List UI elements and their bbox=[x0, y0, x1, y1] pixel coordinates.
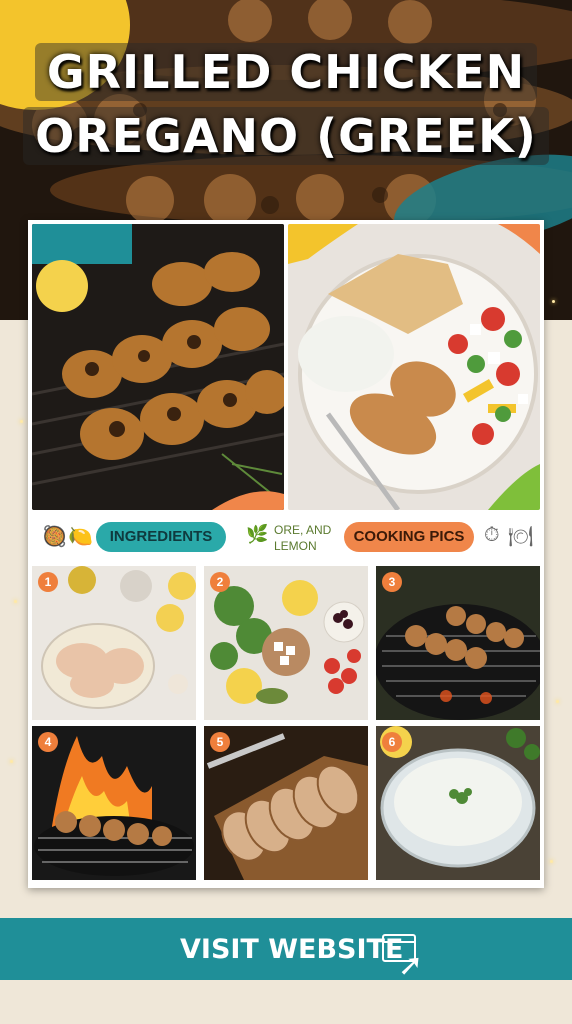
pot-icon: 🥘 bbox=[42, 526, 67, 548]
step-6-photo: 6 bbox=[376, 726, 540, 880]
cloche-icon: 🍽 bbox=[508, 526, 534, 548]
step-1-photo: 1 bbox=[32, 566, 196, 720]
sparkle bbox=[550, 860, 553, 863]
timer-icon: ⏱ bbox=[484, 524, 500, 546]
page-title: GRILLED CHICKEN OREGANO (GREEK) bbox=[0, 40, 572, 168]
tzatziki-bowl-image bbox=[376, 726, 540, 880]
step-number-6: 6 bbox=[382, 732, 402, 752]
title-line-2: OREGANO (GREEK) bbox=[23, 107, 549, 165]
step-number-2: 2 bbox=[210, 572, 230, 592]
step-4-photo: 4 bbox=[32, 726, 196, 880]
center-note-line-2: LEMON bbox=[274, 539, 317, 553]
step-number-3: 3 bbox=[382, 572, 402, 592]
cooking-pics-label: COOKING PICS bbox=[344, 522, 474, 552]
sliced-chicken-image bbox=[204, 726, 368, 880]
step-3-photo: 3 bbox=[376, 566, 540, 720]
plated-dish-photo bbox=[288, 224, 540, 510]
section-strip: 🥘 🍋 INGREDIENTS 🌿 ORE, AND LEMON COOKING… bbox=[32, 514, 540, 562]
sparkle bbox=[556, 700, 559, 703]
lemon-icon: 🍋 bbox=[68, 526, 93, 548]
step-5-photo: 5 bbox=[204, 726, 368, 880]
ingredients-label: INGREDIENTS bbox=[96, 522, 226, 552]
skewers-image bbox=[32, 224, 284, 510]
visit-website-button[interactable]: VISIT WEBSITE bbox=[180, 932, 403, 968]
flaming-grill-image bbox=[32, 726, 196, 880]
sparkle bbox=[552, 300, 555, 303]
title-line-1: GRILLED CHICKEN bbox=[34, 43, 538, 101]
ingredients-image bbox=[204, 566, 368, 720]
grilled-skewers-photo bbox=[32, 224, 284, 510]
plate-image bbox=[288, 224, 540, 510]
step-number-5: 5 bbox=[210, 732, 230, 752]
step-2-photo: 2 bbox=[204, 566, 368, 720]
sparkle bbox=[14, 600, 17, 603]
step-number-1: 1 bbox=[38, 572, 58, 592]
sparkle bbox=[10, 760, 13, 763]
sparkle bbox=[20, 420, 23, 423]
skewers-on-grill-image bbox=[376, 566, 540, 720]
herb-icon: 🌿 bbox=[246, 524, 269, 544]
cursor-icon: ➚ bbox=[398, 949, 424, 982]
marinated-chicken-image bbox=[32, 566, 196, 720]
recipe-card: 🥘 🍋 INGREDIENTS 🌿 ORE, AND LEMON COOKING… bbox=[28, 220, 544, 888]
center-note-line-1: ORE, AND bbox=[274, 523, 332, 537]
visit-website-bar[interactable]: VISIT WEBSITE ➚ bbox=[0, 918, 572, 982]
step-number-4: 4 bbox=[38, 732, 58, 752]
